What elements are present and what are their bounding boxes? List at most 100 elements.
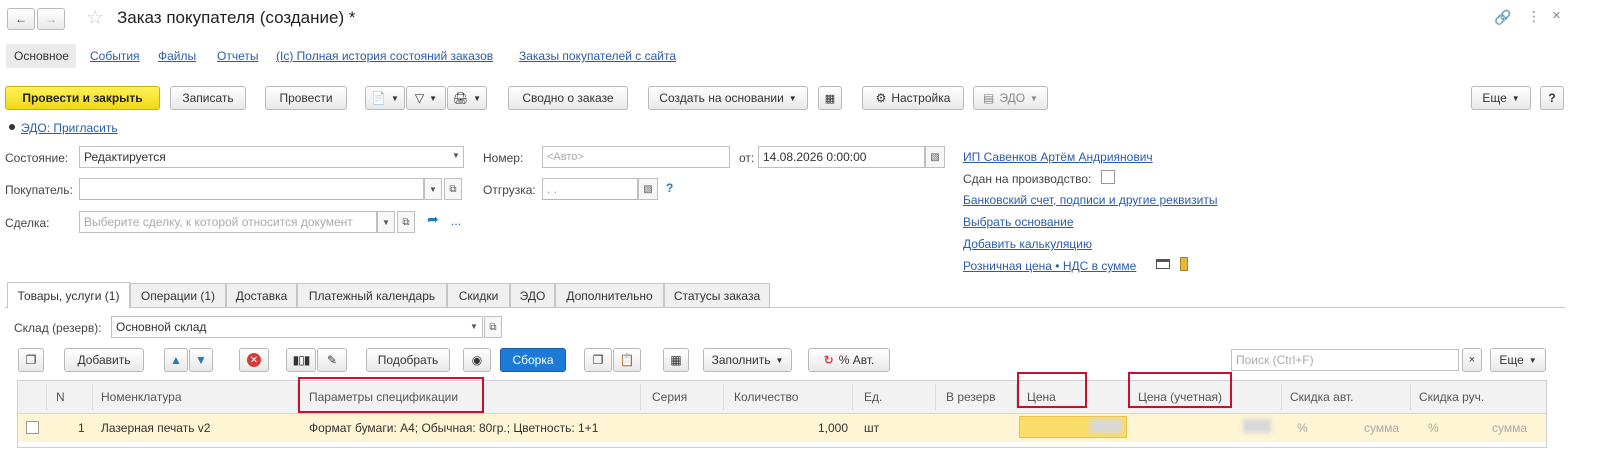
chevron-down-icon: ▼: [1030, 93, 1038, 103]
table-more-button[interactable]: Еще ▼: [1490, 348, 1546, 372]
chevron-down-icon: ▼: [775, 355, 784, 365]
print-doc-dropdown[interactable]: 📄 ▼: [365, 86, 405, 110]
buyer-input[interactable]: [79, 178, 424, 200]
tab-goods[interactable]: Товары, услуги (1): [7, 282, 130, 308]
post-and-close-button[interactable]: Провести и закрыть: [5, 86, 160, 110]
fill-label: Заполнить: [711, 353, 771, 367]
buyer-open-button[interactable]: ⧉: [444, 178, 462, 200]
col-unit[interactable]: Ед.: [864, 385, 882, 409]
col-nomenclature[interactable]: Номенклатура: [101, 385, 182, 409]
copy-icon: ❐: [25, 353, 37, 367]
production-checkbox[interactable]: [1101, 170, 1115, 184]
cell-quantity[interactable]: 1,000: [818, 416, 848, 440]
assembly-button[interactable]: Сборка: [500, 348, 566, 372]
print-dropdown[interactable]: 🖨 ▼: [447, 86, 487, 110]
add-row-button[interactable]: Добавить: [64, 348, 144, 372]
deal-open-button[interactable]: ⧉: [397, 211, 415, 233]
tab-discounts[interactable]: Скидки: [447, 283, 510, 307]
coin-stack-icon[interactable]: [1180, 257, 1188, 271]
copy-rows-button[interactable]: ❐: [18, 348, 44, 372]
shipment-calendar-button[interactable]: ▧: [638, 178, 658, 200]
barcode-button[interactable]: ▮▯▮: [286, 348, 316, 372]
paste-button[interactable]: 📋: [613, 348, 641, 372]
post-button[interactable]: Провести: [265, 86, 347, 110]
fill-dropdown[interactable]: Заполнить ▼: [703, 348, 792, 372]
edo-invite-link[interactable]: ЭДО: Пригласить: [21, 121, 118, 135]
search-input[interactable]: Поиск (Ctrl+F): [1231, 349, 1459, 371]
cell-spec-params[interactable]: Формат бумаги: А4; Обычная: 80гр.; Цветн…: [309, 416, 598, 440]
col-series[interactable]: Серия: [652, 385, 687, 409]
redirect-arrow-icon[interactable]: ➦: [427, 211, 439, 228]
filter-dropdown[interactable]: ▽ ▼: [406, 86, 446, 110]
shipment-input[interactable]: . .: [542, 178, 638, 200]
more-vert-icon[interactable]: ⋮: [1527, 8, 1541, 25]
search-clear-button[interactable]: ×: [1462, 348, 1482, 372]
nav-tab-events[interactable]: События: [90, 49, 140, 63]
help-question-link[interactable]: ?: [666, 181, 673, 195]
forward-button[interactable]: →: [37, 8, 65, 30]
warehouse-open-button[interactable]: ⧉: [484, 316, 502, 338]
move-down-button[interactable]: ▼: [189, 348, 213, 372]
chevron-down-icon: ▼: [470, 322, 478, 331]
row-checkbox[interactable]: [26, 421, 39, 434]
order-summary-button[interactable]: Сводно о заказе: [508, 86, 628, 110]
chevron-down-icon: ▼: [452, 151, 460, 160]
move-up-button[interactable]: ▲: [164, 348, 188, 372]
deal-dropdown-button[interactable]: ▼: [377, 211, 395, 233]
col-quantity[interactable]: Количество: [734, 385, 798, 409]
price-type-link[interactable]: Розничная цена • НДС в сумме: [963, 259, 1136, 273]
tab-delivery[interactable]: Доставка: [226, 283, 297, 307]
deal-input[interactable]: Выберите сделку, к которой относится док…: [79, 211, 377, 233]
close-icon[interactable]: ×: [1552, 7, 1561, 24]
number-input[interactable]: <Авто>: [542, 146, 730, 168]
cell-discount-auto-pct: %: [1297, 421, 1308, 435]
nav-tab-main[interactable]: Основное: [14, 49, 69, 63]
date-input[interactable]: 14.08.2026 0:00:00: [758, 146, 925, 168]
col-n[interactable]: N: [56, 385, 65, 409]
help-button[interactable]: ?: [1540, 86, 1564, 110]
nav-tab-site-orders[interactable]: Заказы покупателей с сайта: [519, 49, 676, 63]
organization-link[interactable]: ИП Савенков Артём Андриянович: [963, 150, 1153, 164]
structure-button[interactable]: ▦: [818, 86, 842, 110]
favorite-star-icon[interactable]: ☆: [86, 5, 104, 30]
cell-unit[interactable]: шт: [864, 416, 879, 440]
more-button[interactable]: Еще ▼: [1471, 86, 1531, 110]
cell-discount-manual-pct[interactable]: %: [1428, 416, 1439, 440]
buyer-dropdown-button[interactable]: ▼: [424, 178, 442, 200]
cell-nomenclature[interactable]: Лазерная печать v2: [101, 416, 210, 440]
tab-payment-calendar[interactable]: Платежный календарь: [297, 283, 447, 307]
copy-button[interactable]: ❐: [584, 348, 612, 372]
tab-order-statuses[interactable]: Статусы заказа: [664, 283, 770, 307]
state-select[interactable]: Редактируется: [79, 146, 464, 168]
warehouse-select[interactable]: Основной склад: [111, 316, 483, 338]
link-icon[interactable]: 🔗: [1494, 9, 1511, 26]
card-icon[interactable]: [1156, 259, 1170, 269]
col-reserve[interactable]: В резерв: [946, 385, 996, 409]
create-based-on-button[interactable]: Создать на основании ▼: [648, 86, 808, 110]
nav-tab-reports[interactable]: Отчеты: [217, 49, 258, 63]
delete-row-button[interactable]: ✕: [239, 348, 269, 372]
save-button[interactable]: Записать: [170, 86, 246, 110]
highlight-price: [1017, 372, 1087, 408]
tab-operations[interactable]: Операции (1): [130, 283, 226, 307]
nav-tab-history[interactable]: (Іс) Полная история состояний заказов: [276, 49, 493, 63]
auto-discount-button[interactable]: ↻ % Авт.: [808, 348, 890, 372]
choose-basis-link[interactable]: Выбрать основание: [963, 215, 1074, 229]
add-calculation-link[interactable]: Добавить калькуляцию: [963, 237, 1092, 251]
deal-more-link[interactable]: ...: [451, 214, 461, 228]
date-calendar-button[interactable]: ▧: [925, 146, 945, 168]
col-discount-manual[interactable]: Скидка руч.: [1419, 385, 1484, 409]
edo-dropdown[interactable]: ▤ ЭДО ▼: [973, 86, 1048, 110]
pick-button[interactable]: Подобрать: [366, 348, 450, 372]
settings-button[interactable]: ⚙ Настройка: [862, 86, 964, 110]
col-discount-auto[interactable]: Скидка авт.: [1290, 385, 1353, 409]
tab-additional[interactable]: Дополнительно: [555, 283, 664, 307]
nav-tab-files[interactable]: Файлы: [158, 49, 196, 63]
cell-discount-manual-sum[interactable]: сумма: [1492, 416, 1527, 440]
tab-edo[interactable]: ЭДО: [510, 283, 555, 307]
bank-details-link[interactable]: Банковский счет, подписи и другие реквиз…: [963, 193, 1218, 207]
calculator-button[interactable]: ▦: [663, 348, 689, 372]
edit-spec-button[interactable]: ✎: [317, 348, 347, 372]
back-button[interactable]: ←: [7, 8, 35, 30]
view-button[interactable]: ◉: [463, 348, 491, 372]
